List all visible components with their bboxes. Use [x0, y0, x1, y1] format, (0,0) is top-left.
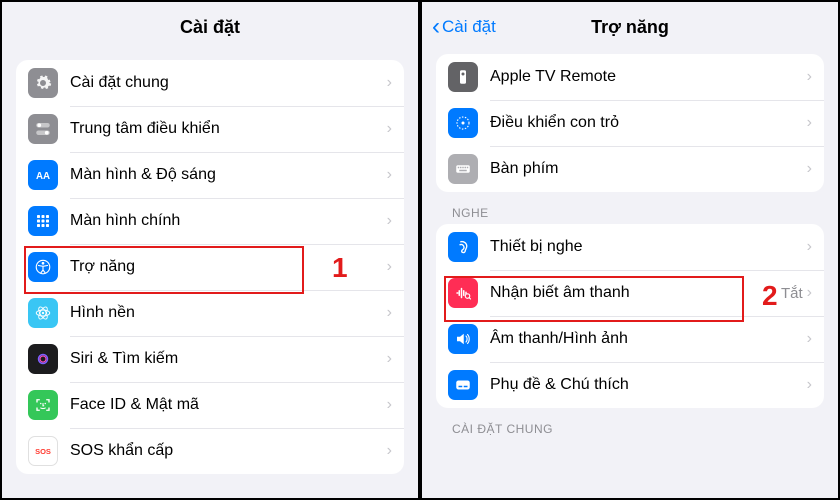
row-display[interactable]: AA Màn hình & Độ sáng› — [16, 152, 404, 198]
row-sos[interactable]: SOS SOS khẩn cấp› — [16, 428, 404, 474]
accessibility-pane: ‹ Cài đặt Trợ năng Apple TV Remote›Điều … — [422, 2, 838, 498]
section-hearing-label: NGHE — [452, 206, 808, 220]
chevron-right-icon: › — [807, 238, 812, 256]
chevron-right-icon: › — [807, 330, 812, 348]
row-homescreen[interactable]: Màn hình chính› — [16, 198, 404, 244]
chevron-right-icon: › — [807, 284, 812, 302]
back-label: Cài đặt — [442, 17, 496, 37]
atom-icon — [28, 298, 58, 328]
row-label: SOS khẩn cấp — [70, 442, 387, 460]
chevron-right-icon: › — [387, 120, 392, 138]
subtitle-icon — [448, 370, 478, 400]
chevron-right-icon: › — [387, 442, 392, 460]
speaker-icon — [448, 324, 478, 354]
row-label: Hình nền — [70, 304, 387, 322]
row-faceid[interactable]: Face ID & Mật mã› — [16, 382, 404, 428]
row-soundrec[interactable]: Nhận biết âm thanhTắt› — [436, 270, 824, 316]
back-button[interactable]: ‹ Cài đặt — [432, 15, 496, 39]
keyboard-icon — [448, 154, 478, 184]
row-label: Bàn phím — [490, 160, 807, 178]
row-label: Apple TV Remote — [490, 68, 807, 86]
chevron-right-icon: › — [387, 74, 392, 92]
row-label: Điều khiển con trỏ — [490, 114, 807, 132]
sos-icon: SOS — [28, 436, 58, 466]
chevron-right-icon: › — [387, 258, 392, 276]
chevron-right-icon: › — [387, 350, 392, 368]
row-controlcenter[interactable]: Trung tâm điều khiển› — [16, 106, 404, 152]
row-label: Cài đặt chung — [70, 74, 387, 92]
row-value: Tắt — [781, 285, 803, 302]
row-pointer[interactable]: Điều khiển con trỏ› — [436, 100, 824, 146]
gear-icon — [28, 68, 58, 98]
settings-header: Cài đặt — [2, 2, 418, 52]
chevron-right-icon: › — [807, 114, 812, 132]
row-label: Face ID & Mật mã — [70, 396, 387, 414]
aa-icon: AA — [28, 160, 58, 190]
section-general-label: CÀI ĐẶT CHUNG — [452, 422, 808, 436]
row-appletv[interactable]: Apple TV Remote› — [436, 54, 824, 100]
row-label: Thiết bị nghe — [490, 238, 807, 256]
row-label: Siri & Tìm kiếm — [70, 350, 387, 368]
chevron-right-icon: › — [387, 304, 392, 322]
siri-icon — [28, 344, 58, 374]
pointer-icon — [448, 108, 478, 138]
row-wallpaper[interactable]: Hình nền› — [16, 290, 404, 336]
chevron-right-icon: › — [807, 68, 812, 86]
physical-list: Apple TV Remote›Điều khiển con trỏ›Bàn p… — [436, 54, 824, 192]
row-label: Màn hình chính — [70, 212, 387, 230]
chevron-right-icon: › — [387, 396, 392, 414]
row-label: Nhận biết âm thanh — [490, 284, 781, 302]
svg-text:SOS: SOS — [35, 447, 51, 456]
row-keyboard[interactable]: Bàn phím› — [436, 146, 824, 192]
chevron-right-icon: › — [387, 212, 392, 230]
ear-icon — [448, 232, 478, 262]
settings-list: Cài đặt chung›Trung tâm điều khiển›AAMàn… — [16, 60, 404, 474]
page-title: Trợ năng — [591, 17, 669, 38]
toggles-icon — [28, 114, 58, 144]
row-audiovisual[interactable]: Âm thanh/Hình ảnh› — [436, 316, 824, 362]
row-label: Âm thanh/Hình ảnh — [490, 330, 807, 348]
row-label: Trung tâm điều khiển — [70, 120, 387, 138]
row-siri[interactable]: Siri & Tìm kiếm› — [16, 336, 404, 382]
chevron-right-icon: › — [807, 376, 812, 394]
screenshot-container: Cài đặt Cài đặt chung›Trung tâm điều khi… — [0, 0, 840, 500]
chevron-left-icon: ‹ — [432, 15, 440, 39]
row-label: Màn hình & Độ sáng — [70, 166, 387, 184]
chevron-right-icon: › — [807, 160, 812, 178]
soundrec-icon — [448, 278, 478, 308]
faceid-icon — [28, 390, 58, 420]
row-subtitles[interactable]: Phụ đề & Chú thích› — [436, 362, 824, 408]
settings-pane: Cài đặt Cài đặt chung›Trung tâm điều khi… — [2, 2, 422, 498]
svg-text:AA: AA — [36, 171, 50, 182]
page-title: Cài đặt — [180, 17, 240, 38]
row-hearingdev[interactable]: Thiết bị nghe› — [436, 224, 824, 270]
row-label: Trợ năng — [70, 258, 387, 276]
hearing-list: Thiết bị nghe›Nhận biết âm thanhTắt›Âm t… — [436, 224, 824, 408]
chevron-right-icon: › — [387, 166, 392, 184]
row-accessibility[interactable]: Trợ năng› — [16, 244, 404, 290]
accessibility-header: ‹ Cài đặt Trợ năng — [422, 2, 838, 52]
tvremote-icon — [448, 62, 478, 92]
row-label: Phụ đề & Chú thích — [490, 376, 807, 394]
accessibility-icon — [28, 252, 58, 282]
grid-icon — [28, 206, 58, 236]
row-general[interactable]: Cài đặt chung› — [16, 60, 404, 106]
